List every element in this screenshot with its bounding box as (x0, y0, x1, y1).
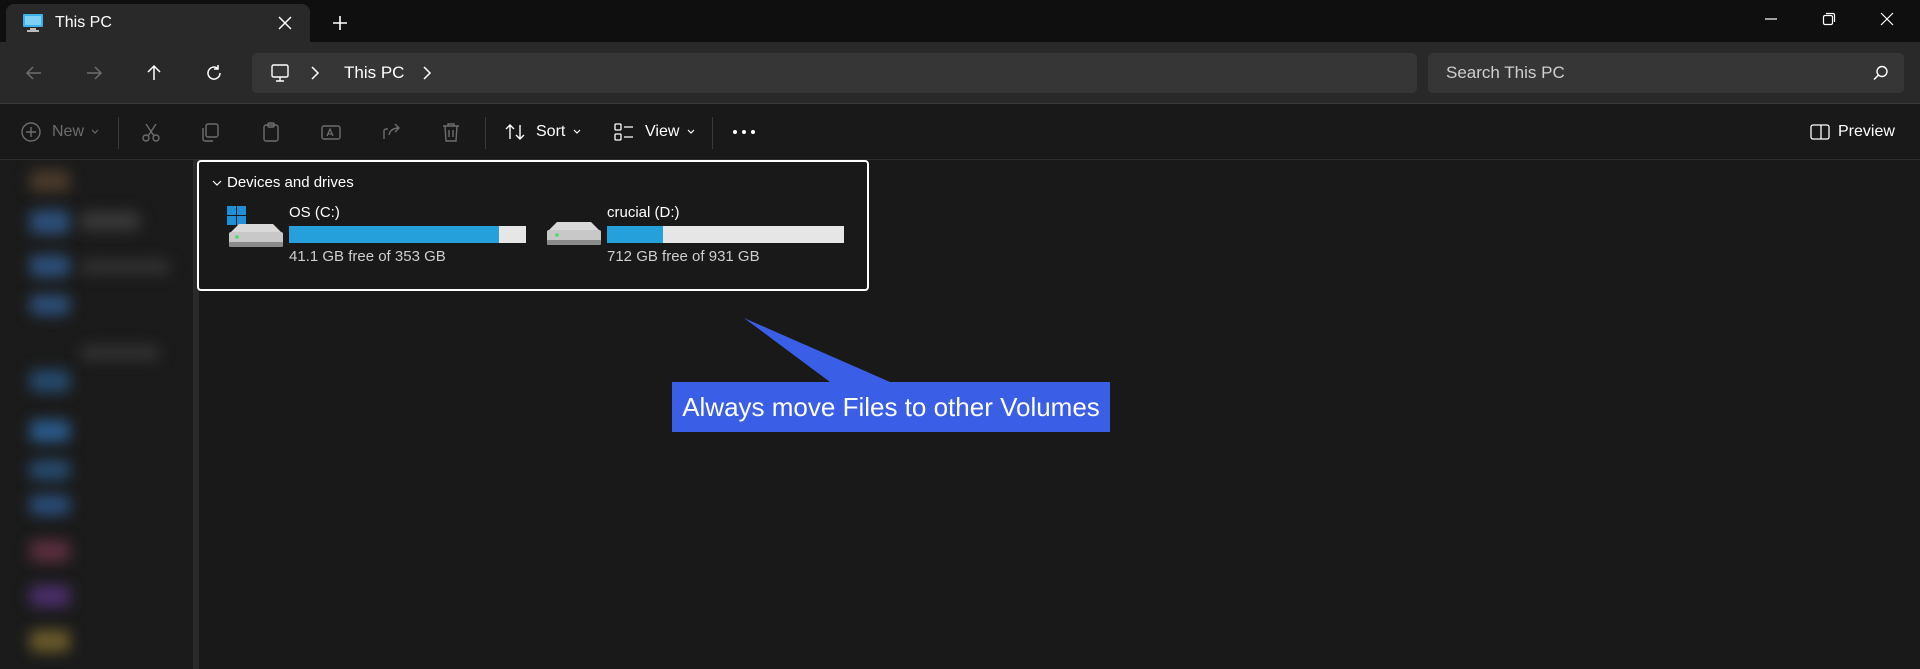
cut-button[interactable] (140, 115, 162, 149)
blurred-item (80, 260, 170, 274)
search-box[interactable]: Search This PC (1428, 53, 1904, 93)
drive-usage-fill (289, 226, 499, 243)
drive-free-space: 41.1 GB free of 353 GB (289, 248, 446, 265)
plus-icon (333, 16, 347, 30)
arrow-right-icon (87, 66, 103, 80)
preview-button[interactable]: Preview (1810, 115, 1895, 149)
toolbar-divider (712, 117, 713, 149)
blurred-item (30, 540, 70, 562)
blurred-item (30, 460, 70, 480)
refresh-button[interactable] (196, 55, 232, 91)
blurred-item (30, 370, 70, 392)
chevron-right-icon[interactable] (420, 65, 434, 81)
tab-this-pc[interactable]: This PC (6, 4, 310, 42)
drive-name: OS (C:) (289, 204, 340, 221)
blurred-item (30, 210, 70, 234)
view-list-icon (614, 123, 633, 141)
title-bar: This PC (0, 0, 1920, 42)
computer-icon (271, 64, 289, 82)
ellipsis-icon (733, 130, 755, 134)
close-icon (1880, 12, 1894, 26)
close-icon (278, 16, 292, 30)
blurred-item (30, 170, 70, 192)
delete-button[interactable] (440, 115, 462, 149)
sort-label: Sort (536, 123, 566, 140)
restore-button[interactable] (1800, 0, 1858, 38)
new-button[interactable]: New (20, 115, 100, 149)
drive-free-space: 712 GB free of 931 GB (607, 248, 760, 265)
blurred-item (80, 212, 140, 230)
minimize-icon (1765, 18, 1777, 20)
search-icon[interactable] (1872, 64, 1890, 82)
clipboard-icon (263, 122, 279, 142)
forward-button[interactable] (76, 55, 112, 91)
trash-icon (443, 123, 459, 142)
blurred-item (30, 295, 70, 315)
copy-button[interactable] (199, 115, 221, 149)
arrow-left-icon (25, 66, 41, 80)
scissors-icon (142, 123, 160, 142)
toolbar-divider (485, 117, 486, 149)
blurred-item (30, 420, 70, 442)
monitor-icon (23, 14, 43, 32)
more-options-button[interactable] (731, 115, 757, 149)
search-input[interactable]: Search This PC (1446, 63, 1565, 83)
share-button[interactable] (381, 115, 403, 149)
back-button[interactable] (16, 55, 52, 91)
callout-pointer (744, 318, 890, 382)
close-window-button[interactable] (1858, 0, 1916, 38)
new-tab-button[interactable] (324, 8, 356, 38)
share-icon (383, 123, 400, 139)
paste-button[interactable] (260, 115, 282, 149)
chevron-down-icon (91, 129, 99, 134)
drive-usage-bar (289, 226, 526, 243)
preview-label: Preview (1838, 123, 1895, 140)
rename-icon (321, 125, 341, 140)
drive-item-d[interactable]: crucial (D:) 712 GB free of 931 GB (545, 204, 855, 265)
navigation-bar: This PC Search This PC (0, 42, 1920, 104)
preview-pane-icon (1810, 124, 1830, 140)
drive-name: crucial (D:) (607, 204, 680, 221)
up-button[interactable] (136, 55, 172, 91)
sort-button[interactable]: Sort (504, 115, 582, 149)
plus-circle-icon (21, 122, 41, 142)
new-label: New (52, 123, 85, 140)
command-bar: New Sort View Preview (0, 105, 1920, 160)
view-label: View (645, 123, 680, 140)
blurred-item (80, 346, 160, 360)
sort-icon (505, 124, 525, 140)
navigation-pane[interactable] (0, 160, 197, 669)
address-bar[interactable]: This PC (252, 53, 1417, 93)
drive-usage-fill (607, 226, 663, 243)
chevron-right-icon[interactable] (308, 65, 322, 81)
windows-drive-icon (227, 206, 283, 247)
refresh-icon (207, 65, 221, 80)
toolbar-divider (118, 117, 119, 149)
arrow-up-icon (147, 64, 161, 80)
devices-and-drives-group: Devices and drives OS (C:) 41.1 GB free … (197, 160, 869, 291)
rename-button[interactable] (320, 115, 342, 149)
blurred-item (30, 585, 70, 607)
blurred-item (30, 495, 70, 515)
chevron-down-icon (687, 129, 695, 134)
hard-drive-icon (547, 222, 601, 245)
drive-usage-bar (607, 226, 844, 243)
close-tab-button[interactable] (270, 9, 300, 37)
blurred-item (30, 255, 70, 277)
view-button[interactable]: View (613, 115, 696, 149)
minimize-button[interactable] (1742, 0, 1800, 38)
tab-title: This PC (55, 14, 112, 31)
copy-icon (202, 123, 219, 142)
chevron-down-icon (573, 129, 581, 134)
group-title: Devices and drives (227, 174, 354, 191)
chevron-down-icon[interactable] (211, 178, 223, 188)
callout-label: Always move Files to other Volumes (672, 382, 1110, 432)
blurred-item (30, 630, 70, 652)
breadcrumb-this-pc[interactable]: This PC (344, 63, 404, 83)
restore-icon (1822, 12, 1836, 26)
drive-item-c[interactable]: OS (C:) 41.1 GB free of 353 GB (227, 204, 527, 265)
